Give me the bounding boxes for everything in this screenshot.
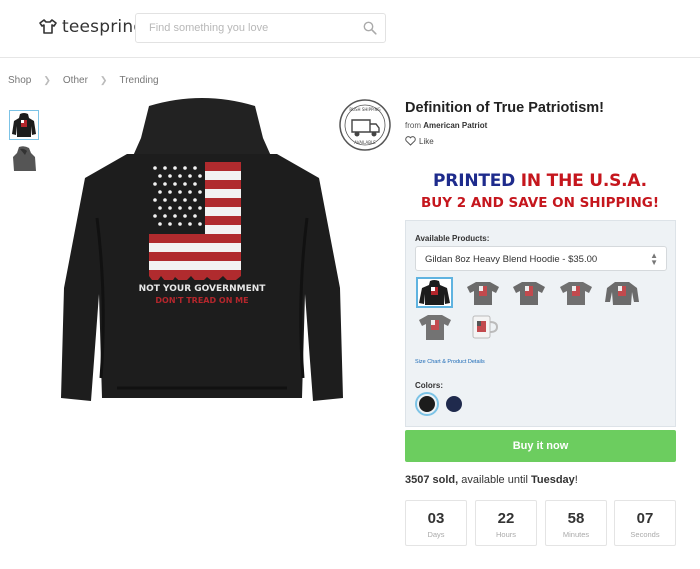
variant-tshirt-grey-1[interactable] [464,277,501,308]
breadcrumb-trending[interactable]: Trending [119,75,158,86]
countdown-days-value: 03 [427,510,445,527]
like-label: Like [419,136,434,146]
countdown-minutes-value: 58 [567,510,585,527]
countdown-seconds: 07 Seconds [614,500,676,546]
thumbnail-back-view[interactable] [9,110,39,140]
promo-usa: U.S.A. [589,171,647,191]
product-main-image: NOT YOUR GOVERNMENT DON'T TREAD ON ME [61,98,343,401]
select-arrows-icon: ▲ ▼ [650,251,658,267]
countdown-hours: 22 Hours [475,500,537,546]
countdown-hours-value: 22 [497,510,515,527]
size-chart-link[interactable]: Size Chart & Product Details [415,359,485,365]
product-select[interactable]: Gildan 8oz Heavy Blend Hoodie - $35.00 ▲… [415,246,667,271]
search-input[interactable] [136,14,351,42]
rush-shipping-badge: RUSH SHIPPING AVAILABLE [339,99,391,151]
site-header: teespring [0,0,700,58]
color-swatch-navy[interactable] [444,394,464,414]
variant-mug[interactable] [464,311,501,342]
sold-count: 3507 sold, [405,474,459,486]
countdown-seconds-unit: Seconds [630,530,660,539]
from-label: from [405,121,421,130]
variant-tshirt-grey-2[interactable] [510,277,547,308]
product-title: Definition of True Patriotism! [405,100,604,116]
promo-printed: PRINTED [433,171,521,191]
shipping-promo-banner: BUY 2 AND SAVE ON SHIPPING! [421,195,659,211]
seller-line: from American Patriot [405,121,487,130]
hoodie-side-thumbnail-image [13,146,36,171]
countdown-hours-unit: Hours [495,530,516,539]
like-button[interactable]: Like [405,136,434,146]
countdown-minutes-unit: Minutes [562,530,590,539]
sales-status: 3507 sold, available until Tuesday! [405,474,578,486]
available-products-label: Available Products: [415,234,490,243]
buy-it-now-button[interactable]: Buy it now [405,430,676,462]
breadcrumb-shop[interactable]: Shop [8,75,31,86]
print-text-line2: DON'T TREAD ON ME [155,296,248,305]
promo-in-the: IN THE [520,171,590,191]
teespring-logo-icon [39,19,57,34]
sales-suffix: ! [574,474,578,486]
heart-icon [405,136,416,146]
chevron-right-icon: ❯ [99,75,108,85]
thumbnail-side-view[interactable] [9,144,39,174]
svg-text:RUSH SHIPPING: RUSH SHIPPING [349,107,380,112]
teespring-logo[interactable]: teespring [38,17,144,37]
selected-product: Gildan 8oz Heavy Blend Hoodie - $35.00 [425,254,598,265]
printed-in-usa-banner: PRINTED IN THE U.S.A. [405,171,675,191]
chevron-right-icon: ❯ [43,75,51,85]
svg-text:AVAILABLE: AVAILABLE [354,140,376,145]
end-day: Tuesday [530,474,575,486]
countdown-days: 03 Days [405,500,467,546]
product-options-panel: Available Products: Gildan 8oz Heavy Ble… [405,220,676,427]
variant-tank-grey[interactable] [416,311,453,342]
flag-print [149,162,241,288]
hoodie-back-thumbnail-image [12,113,36,137]
print-text-line1: NOT YOUR GOVERNMENT [139,284,267,294]
variant-hoodie-black[interactable] [416,277,453,308]
countdown-seconds-value: 07 [636,510,654,527]
search-box[interactable] [135,13,386,43]
logo-text: teespring [62,17,145,37]
countdown-minutes: 58 Minutes [545,500,607,546]
variant-longsleeve-grey[interactable] [603,277,640,308]
breadcrumb: Shop ❯ Other ❯ Trending [8,75,159,86]
countdown-days-unit: Days [427,530,445,539]
search-icon[interactable] [363,21,377,35]
breadcrumb-other[interactable]: Other [63,75,88,86]
variant-tshirt-grey-3[interactable] [557,277,594,308]
available-until-text: available until [458,474,531,486]
color-swatch-black[interactable] [417,394,437,414]
colors-label: Colors: [415,381,443,390]
seller-name[interactable]: American Patriot [423,121,487,130]
